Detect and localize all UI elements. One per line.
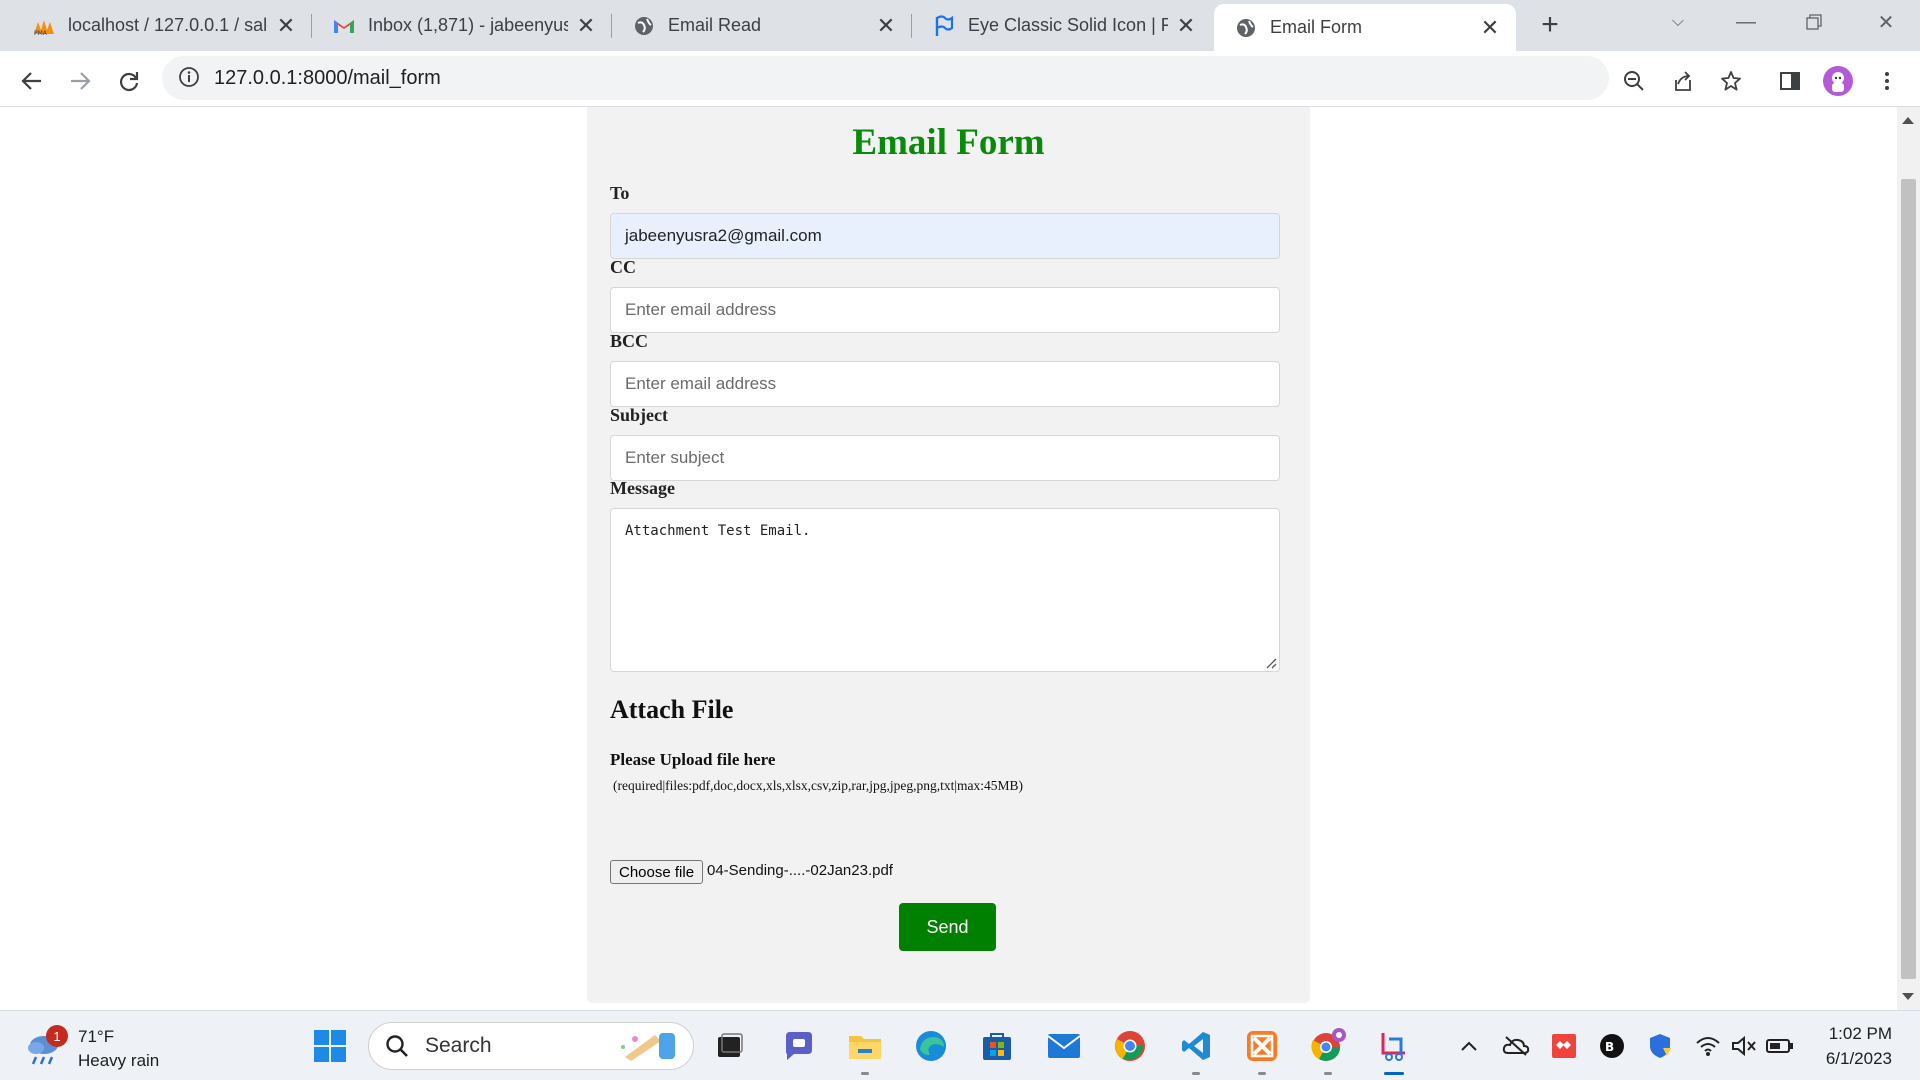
address-bar[interactable]: 127.0.0.1:8000/mail_form <box>162 56 1609 100</box>
subject-field[interactable]: Enter subject <box>610 435 1280 481</box>
svg-text:PMA: PMA <box>34 30 48 36</box>
subject-label: Subject <box>610 405 668 425</box>
reload-icon[interactable] <box>112 64 146 98</box>
minimize-icon[interactable]: — <box>1712 0 1780 44</box>
bcc-label: BCC <box>610 331 649 351</box>
close-tab-icon[interactable]: ✕ <box>1478 15 1502 40</box>
gmail-icon <box>332 14 356 38</box>
weather-desc: Heavy rain <box>78 1051 160 1070</box>
share-icon[interactable] <box>1666 64 1700 98</box>
cc-label: CC <box>610 257 636 277</box>
close-tab-icon[interactable]: ✕ <box>1174 13 1198 38</box>
search-highlight-icon <box>615 1027 685 1070</box>
clock-time: 1:02 PM <box>1828 1024 1892 1043</box>
attach-file-heading: Attach File <box>610 695 734 724</box>
message-label: Message <box>610 478 675 498</box>
security-shield-icon[interactable] <box>1645 1031 1675 1061</box>
message-textarea[interactable]: Attachment Test Email. <box>610 508 1280 672</box>
chrome-profile-icon[interactable] <box>1306 1024 1350 1075</box>
tab-search-icon[interactable]: ⌵ <box>1644 0 1712 44</box>
flag-icon <box>932 14 956 38</box>
resize-handle-icon[interactable] <box>1263 655 1277 669</box>
globe-icon <box>632 14 656 38</box>
teams-chat-icon[interactable] <box>777 1024 821 1068</box>
choose-file-button[interactable]: Choose file <box>610 860 704 884</box>
close-tab-icon[interactable]: ✕ <box>274 13 298 38</box>
side-panel-icon[interactable] <box>1773 64 1807 98</box>
bookmark-star-icon[interactable] <box>1714 64 1748 98</box>
page-viewport: Email Form To jabeenyusra2@gmail.com CC … <box>0 107 1897 1010</box>
scroll-down-icon[interactable] <box>1902 993 1914 1000</box>
microsoft-store-icon[interactable] <box>975 1024 1019 1068</box>
upload-label: Please Upload file here <box>610 750 776 769</box>
onedrive-icon[interactable] <box>1501 1031 1531 1061</box>
chosen-file-name: 04-Sending-....-02Jan23.pdf <box>707 862 893 879</box>
tab-email-read[interactable]: Email Read ✕ <box>612 0 912 51</box>
weather-temp: 71°F <box>78 1027 115 1046</box>
cc-field[interactable]: Enter email address <box>610 287 1280 333</box>
tab-gmail[interactable]: Inbox (1,871) - jabeenyusra2 ✕ <box>312 0 612 51</box>
upload-hint: (required|files:pdf,doc,docx,xls,xlsx,cs… <box>613 778 1024 793</box>
taskbar-search[interactable]: Search <box>368 1022 694 1070</box>
battery-icon[interactable] <box>1765 1031 1795 1061</box>
wifi-icon[interactable] <box>1693 1031 1723 1061</box>
chrome-icon[interactable] <box>1108 1024 1152 1068</box>
show-hidden-icons-icon[interactable] <box>1454 1031 1484 1061</box>
xampp-icon[interactable] <box>1240 1024 1284 1075</box>
new-tab-button[interactable]: + <box>1533 8 1567 42</box>
close-tab-icon[interactable]: ✕ <box>874 13 898 38</box>
bitdefender-icon[interactable]: B <box>1597 1031 1627 1061</box>
notification-badge: 1 <box>46 1025 68 1047</box>
scroll-thumb[interactable] <box>1901 179 1916 979</box>
back-icon[interactable] <box>15 64 49 98</box>
start-button[interactable] <box>308 1024 352 1068</box>
zoom-out-icon[interactable] <box>1617 64 1651 98</box>
menu-kebab-icon[interactable] <box>1870 64 1904 98</box>
search-icon <box>385 1034 409 1058</box>
weather-widget[interactable]: 1 71°F Heavy rain <box>24 1025 159 1073</box>
to-field[interactable]: jabeenyusra2@gmail.com <box>610 213 1280 259</box>
taskbar: 1 71°F Heavy rain Search B 1:02 PM 6/1/2… <box>0 1010 1920 1080</box>
close-tab-icon[interactable]: ✕ <box>574 13 598 38</box>
mail-icon[interactable] <box>1042 1024 1086 1068</box>
edge-icon[interactable] <box>909 1024 953 1068</box>
site-info-icon[interactable] <box>178 66 200 93</box>
restore-icon[interactable] <box>1780 0 1848 44</box>
page-title: Email Form <box>852 122 1045 163</box>
tab-strip: PMA localhost / 127.0.0.1 / salon ✕ Inbo… <box>0 0 1920 51</box>
phpmyadmin-icon: PMA <box>32 14 56 38</box>
to-label: To <box>610 183 630 203</box>
rain-cloud-icon: 1 <box>24 1025 68 1069</box>
forward-icon[interactable] <box>63 64 97 98</box>
tab-email-form[interactable]: Email Form ✕ <box>1214 4 1516 51</box>
page-scrollbar[interactable] <box>1897 107 1920 1010</box>
vscode-icon[interactable] <box>1174 1024 1218 1075</box>
profile-avatar[interactable] <box>1821 64 1855 98</box>
email-form-card: Email Form To jabeenyusra2@gmail.com CC … <box>587 107 1310 1003</box>
scroll-up-icon[interactable] <box>1902 117 1914 124</box>
taskbar-clock[interactable]: 1:02 PM 6/1/2023 <box>1810 1021 1892 1071</box>
file-explorer-icon[interactable] <box>843 1024 887 1075</box>
send-button[interactable]: Send <box>899 903 996 951</box>
svg-text:B: B <box>1605 1040 1614 1054</box>
tab-phpmyadmin[interactable]: PMA localhost / 127.0.0.1 / salon ✕ <box>12 0 312 51</box>
snipping-tool-icon[interactable] <box>1372 1024 1416 1075</box>
bcc-field[interactable]: Enter email address <box>610 361 1280 407</box>
volume-muted-icon[interactable] <box>1729 1031 1759 1061</box>
close-window-icon[interactable]: ✕ <box>1852 0 1920 44</box>
task-view-icon[interactable] <box>708 1024 752 1068</box>
url-text: 127.0.0.1:8000/mail_form <box>214 66 441 89</box>
anydesk-icon[interactable] <box>1549 1031 1579 1061</box>
clock-date: 6/1/2023 <box>1825 1049 1892 1068</box>
globe-icon <box>1234 16 1258 40</box>
tab-eye-icon[interactable]: Eye Classic Solid Icon | Font ✕ <box>912 0 1212 51</box>
